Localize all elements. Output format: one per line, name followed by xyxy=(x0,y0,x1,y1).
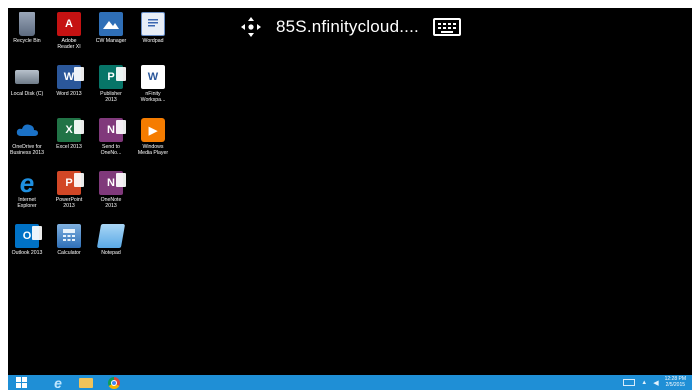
desktop-icon-recycle-bin[interactable]: Recycle Bin xyxy=(8,12,46,65)
outlook-icon: O xyxy=(15,224,42,248)
desktop-icon-empty-slot xyxy=(134,171,172,224)
move-arrows-icon[interactable] xyxy=(240,16,262,38)
desktop-icon-label: Publisher 2013 xyxy=(100,91,122,103)
wordpad-icon xyxy=(141,12,165,36)
desktop-icon-notepad[interactable]: Notepad xyxy=(92,224,130,277)
desktop-icon-send-to-onenote[interactable]: N Send to OneNo... xyxy=(92,118,130,171)
onenote-icon: N xyxy=(99,171,126,195)
desktop-icon-powerpoint[interactable]: P PowerPoint 2013 xyxy=(50,171,88,224)
desktop-icon-wordpad[interactable]: Wordpad xyxy=(134,12,172,65)
desktop-icon-label: Windows Media Player xyxy=(137,144,169,156)
desktop-icon-label: Word 2013 xyxy=(56,91,82,97)
word-icon: W xyxy=(57,65,84,89)
calculator-icon xyxy=(57,224,81,248)
onedrive-icon xyxy=(15,118,39,142)
adobe-reader-icon: A xyxy=(57,12,81,36)
media-player-icon: ▶ xyxy=(141,118,165,142)
excel-icon: X xyxy=(57,118,84,142)
taskbar: e ▲ ◀ 12:28 PM 2/5/2015 xyxy=(8,374,692,391)
desktop-icon-label: OneDrive for Business 2013 xyxy=(9,144,45,156)
powerpoint-icon: P xyxy=(57,171,84,195)
desktop-icon-calculator[interactable]: Calculator xyxy=(50,224,88,277)
desktop-icon-onenote[interactable]: N OneNote 2013 xyxy=(92,171,130,224)
nfinity-workspace-icon: W xyxy=(141,65,165,89)
desktop-icon-label: Outlook 2013 xyxy=(11,250,43,256)
desktop-icon-label: CW Manager xyxy=(95,38,127,44)
taskbar-clock[interactable]: 12:28 PM 2/5/2015 xyxy=(665,376,686,388)
desktop-icon-label: Send to OneNo... xyxy=(100,144,122,156)
desktop-icon-adobe-reader[interactable]: A Adobe Reader XI xyxy=(50,12,88,65)
notepad-icon xyxy=(96,224,126,248)
desktop-icon-label: Excel 2013 xyxy=(56,144,82,150)
desktop-icon-label: Recycle Bin xyxy=(13,38,41,44)
touch-keyboard-icon[interactable] xyxy=(623,379,636,386)
desktop-icon-media-player[interactable]: ▶ Windows Media Player xyxy=(134,118,172,171)
desktop-icon-nfinity-workspace[interactable]: W nFinity Workspa... xyxy=(134,65,172,118)
taskbar-file-explorer[interactable] xyxy=(72,375,100,390)
taskbar-internet-explorer[interactable]: e xyxy=(44,374,72,391)
desktop-icon-grid: Recycle Bin A Adobe Reader XI CW Manager… xyxy=(8,12,172,277)
desktop-icon-excel[interactable]: X Excel 2013 xyxy=(50,118,88,171)
taskbar-chrome[interactable] xyxy=(100,375,128,390)
desktop-icon-publisher[interactable]: P Publisher 2013 xyxy=(92,65,130,118)
desktop-icon-internet-explorer[interactable]: e Internet Explorer xyxy=(8,167,46,224)
start-button[interactable] xyxy=(8,375,36,390)
file-explorer-icon xyxy=(79,377,93,388)
desktop-icon-label: Notepad xyxy=(101,250,121,256)
send-to-onenote-icon: N xyxy=(99,118,126,142)
desktop-icon-label: PowerPoint 2013 xyxy=(55,197,83,209)
desktop-icon-onedrive[interactable]: OneDrive for Business 2013 xyxy=(8,118,46,171)
tray-overflow-arrow-icon[interactable]: ▲ xyxy=(641,380,647,386)
desktop-icon-cw-manager[interactable]: CW Manager xyxy=(92,12,130,65)
recycle-bin-icon xyxy=(19,12,35,36)
remote-session-bar: 85S.nfinitycloud.... xyxy=(240,14,461,40)
cw-manager-icon xyxy=(99,12,123,36)
clock-date: 2/5/2015 xyxy=(665,381,686,388)
chrome-icon xyxy=(108,376,120,389)
internet-explorer-icon: e xyxy=(54,374,62,391)
desktop-icon-label: nFinity Workspa... xyxy=(140,91,166,103)
desktop-icon-label: OneNote 2013 xyxy=(100,197,122,209)
desktop-icon-outlook[interactable]: O Outlook 2013 xyxy=(8,224,46,277)
remote-desktop: Recycle Bin A Adobe Reader XI CW Manager… xyxy=(8,8,692,375)
desktop-icon-label: Internet Explorer xyxy=(17,197,37,209)
system-tray: ▲ ◀ 12:28 PM 2/5/2015 xyxy=(623,375,692,390)
desktop-icon-word[interactable]: W Word 2013 xyxy=(50,65,88,118)
start-windows-icon xyxy=(16,377,28,388)
keyboard-icon[interactable] xyxy=(432,18,461,36)
desktop-icon-label: Adobe Reader XI xyxy=(57,38,81,50)
volume-icon[interactable]: ◀ xyxy=(653,379,658,387)
local-disk-icon xyxy=(15,70,39,84)
publisher-icon: P xyxy=(99,65,126,89)
desktop-icon-label: Local Disk (C) xyxy=(10,91,44,97)
desktop-icon-label: Calculator xyxy=(57,250,81,256)
desktop-icon-local-disk[interactable]: Local Disk (C) xyxy=(8,65,46,118)
desktop-icon-label: Wordpad xyxy=(142,38,164,44)
remote-session-title: 85S.nfinitycloud.... xyxy=(276,17,419,36)
internet-explorer-icon: e xyxy=(19,167,35,198)
